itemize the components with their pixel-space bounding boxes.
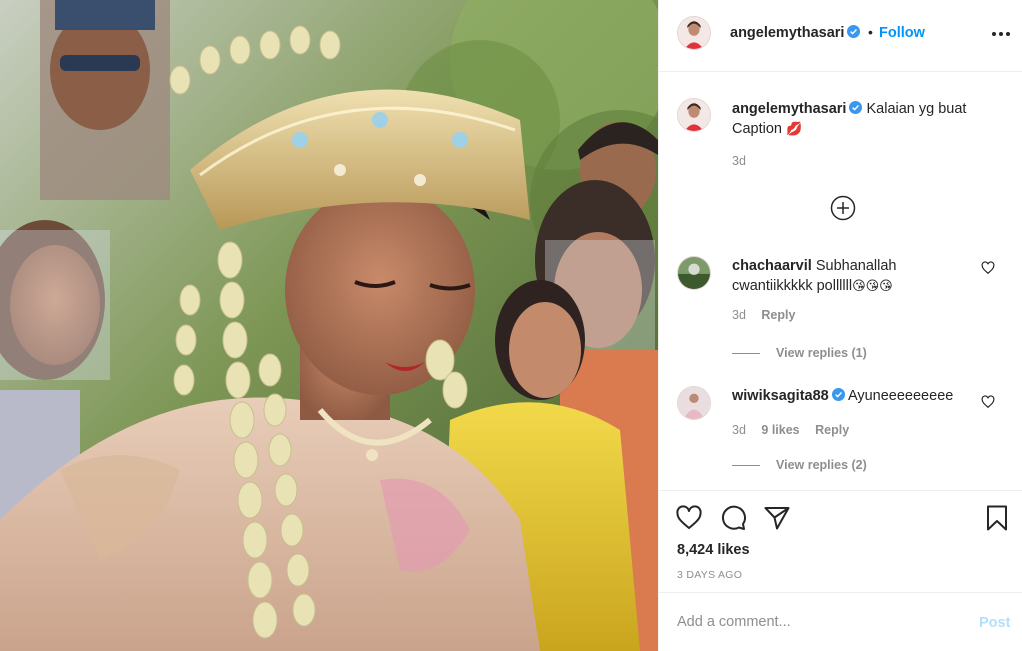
post-header: angelemythasari • Follow	[659, 0, 1022, 72]
likes-count[interactable]: 8,424 likes	[677, 542, 750, 558]
comment-timestamp[interactable]: 3d	[732, 423, 746, 437]
load-more-comments-icon[interactable]	[830, 195, 856, 221]
comment-text: chachaarvil Subhanallah cwantiikkkkk pol…	[732, 257, 962, 296]
post-actions: 8,424 likes 3 DAYS AGO	[659, 491, 1022, 593]
post-side-panel: angelemythasari • Follow angelemythasari…	[658, 0, 1022, 651]
view-replies-button[interactable]: View replies (1)	[732, 346, 867, 360]
caption-author-avatar[interactable]	[677, 98, 711, 132]
lips-emoji: 💋	[786, 121, 803, 136]
wedding-photo-illustration	[0, 0, 658, 651]
replies-divider-line	[732, 353, 760, 355]
comment-meta: 3d 9 likes Reply	[732, 423, 861, 437]
author-username[interactable]: angelemythasari	[730, 25, 861, 41]
more-options-icon[interactable]	[989, 24, 1013, 44]
post-comment-button[interactable]: Post	[979, 615, 1010, 631]
verified-badge-icon	[849, 101, 863, 114]
post-timestamp[interactable]: 3 DAYS AGO	[677, 569, 742, 581]
caption-text: angelemythasari Kalaian yg buat Caption …	[732, 100, 992, 139]
comment-text: wiwiksagita88 Ayuneeeeeeeee	[732, 387, 962, 406]
verified-badge-icon	[847, 25, 861, 38]
comment-username[interactable]: wiwiksagita88	[732, 388, 845, 404]
bookmark-icon[interactable]	[983, 504, 1011, 532]
post-photo[interactable]	[0, 0, 658, 651]
comment-meta: 3d Reply	[732, 308, 807, 322]
paper-plane-icon[interactable]	[763, 504, 791, 532]
heart-icon[interactable]	[675, 504, 703, 532]
view-replies-button[interactable]: View replies (2)	[732, 458, 867, 472]
author-avatar[interactable]	[677, 16, 711, 50]
comment-username[interactable]: chachaarvil	[732, 258, 812, 274]
comment-like-heart-icon[interactable]	[981, 395, 995, 409]
view-replies-label: View replies (2)	[776, 458, 867, 472]
comment-body: Ayuneeeeeeeee	[847, 388, 954, 404]
verified-badge-icon	[831, 388, 845, 401]
add-comment-input[interactable]	[675, 609, 959, 635]
reply-button[interactable]: Reply	[815, 423, 849, 437]
instagram-post: angelemythasari • Follow angelemythasari…	[0, 0, 1022, 651]
comments-section[interactable]: angelemythasari Kalaian yg buat Caption …	[659, 72, 1022, 491]
kiss-emoji: 😘😘😘	[852, 278, 893, 293]
comment-likes-count[interactable]: 9 likes	[761, 423, 799, 437]
follow-button[interactable]: Follow	[879, 25, 925, 41]
comment-timestamp[interactable]: 3d	[732, 308, 746, 322]
add-comment-bar: Post	[659, 593, 1022, 651]
replies-divider-line	[732, 465, 760, 467]
reply-button[interactable]: Reply	[761, 308, 795, 322]
caption-username[interactable]: angelemythasari	[732, 101, 863, 117]
commenter-avatar[interactable]	[677, 256, 711, 290]
header-separator: •	[868, 24, 873, 40]
caption-timestamp[interactable]: 3d	[732, 154, 746, 168]
comment-bubble-icon[interactable]	[719, 504, 747, 532]
comment-like-heart-icon[interactable]	[981, 261, 995, 275]
commenter-avatar[interactable]	[677, 386, 711, 420]
view-replies-label: View replies (1)	[776, 346, 867, 360]
